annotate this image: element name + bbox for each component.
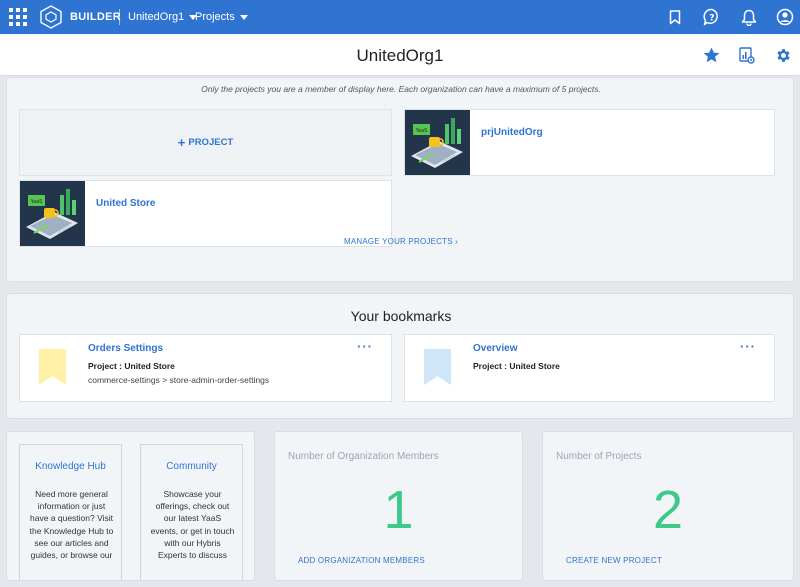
bookmark-title-link[interactable]: Overview <box>473 343 517 354</box>
analytics-icon[interactable] <box>737 45 757 65</box>
bookmarks-panel: Your bookmarks Orders Settings Project :… <box>6 293 794 419</box>
star-icon[interactable] <box>701 45 721 65</box>
help-icon[interactable]: ? <box>702 7 722 27</box>
bookmark-title-link[interactable]: Orders Settings <box>88 343 163 354</box>
projects-menu[interactable]: Projects <box>195 11 248 23</box>
project-thumbnail: YaaS <box>405 110 470 175</box>
knowledge-hub-card[interactable]: Knowledge Hub Need more general informat… <box>19 444 122 580</box>
top-bar: BUILDER UnitedOrg1 Projects ? <box>0 0 800 34</box>
community-title[interactable]: Community <box>141 461 242 472</box>
add-project-label: PROJECT <box>188 137 234 148</box>
topbar-divider <box>119 9 120 25</box>
members-stat-panel: Number of Organization Members 1 ADD ORG… <box>274 431 523 581</box>
bookmark-project: Project : United Store <box>88 361 175 371</box>
add-members-link[interactable]: ADD ORGANIZATION MEMBERS <box>298 556 425 565</box>
more-options-icon[interactable]: ··· <box>357 339 373 354</box>
create-project-link[interactable]: CREATE NEW PROJECT <box>566 556 662 565</box>
projects-menu-label: Projects <box>195 11 235 23</box>
manage-projects-link[interactable]: MANAGE YOUR PROJECTS › <box>7 237 795 246</box>
user-icon[interactable] <box>775 7 795 27</box>
projects-count: 2 <box>652 480 684 540</box>
project-card-prjunitedorg[interactable]: YaaS prjUnitedOrg <box>404 109 775 176</box>
members-stat-label: Number of Organization Members <box>288 451 439 462</box>
community-body: Showcase your offerings, check out our l… <box>150 489 235 561</box>
bookmark-flag-icon <box>39 349 66 385</box>
svg-text:YaaS: YaaS <box>30 199 43 205</box>
org-selector-label: UnitedOrg1 <box>128 11 185 23</box>
org-selector[interactable]: UnitedOrg1 <box>128 11 198 23</box>
plus-icon: + <box>177 135 186 150</box>
bookmark-flag-icon <box>424 349 451 385</box>
projects-stat-panel: Number of Projects 2 CREATE NEW PROJECT <box>542 431 794 581</box>
chevron-down-icon <box>239 14 248 20</box>
bookmarks-title: Your bookmarks <box>350 308 452 324</box>
project-name-link[interactable]: United Store <box>96 198 155 209</box>
bookmark-card-overview[interactable]: Overview Project : United Store ··· <box>404 334 775 402</box>
project-name-link[interactable]: prjUnitedOrg <box>481 127 543 138</box>
bookmark-icon[interactable] <box>665 7 685 27</box>
builder-logo-icon[interactable] <box>40 5 62 29</box>
members-count: 1 <box>383 480 414 540</box>
bell-icon[interactable] <box>739 7 759 27</box>
bookmark-path: commerce-settings > store-admin-order-se… <box>88 375 270 385</box>
svg-text:YaaS: YaaS <box>415 128 428 134</box>
apps-grid-icon[interactable] <box>9 8 27 26</box>
knowledge-hub-title[interactable]: Knowledge Hub <box>20 461 121 472</box>
bookmark-project: Project : United Store <box>473 361 560 371</box>
svg-text:?: ? <box>709 14 714 24</box>
projects-note: Only the projects you are a member of di… <box>201 84 601 94</box>
page-title: UnitedOrg1 <box>356 46 444 65</box>
bookmark-card-orders-settings[interactable]: Orders Settings Project : United Store c… <box>19 334 392 402</box>
projects-stat-label: Number of Projects <box>556 451 642 462</box>
more-options-icon[interactable]: ··· <box>740 339 756 354</box>
help-panel: Knowledge Hub Need more general informat… <box>6 431 255 581</box>
projects-panel: Only the projects you are a member of di… <box>6 77 794 282</box>
builder-brand[interactable]: BUILDER <box>70 11 121 23</box>
page-header: UnitedOrg1 <box>0 34 800 76</box>
add-project-button[interactable]: + PROJECT <box>19 109 392 176</box>
knowledge-hub-body: Need more general information or just ha… <box>29 489 114 561</box>
gear-icon[interactable] <box>773 45 793 65</box>
community-card[interactable]: Community Showcase your offerings, check… <box>140 444 243 580</box>
